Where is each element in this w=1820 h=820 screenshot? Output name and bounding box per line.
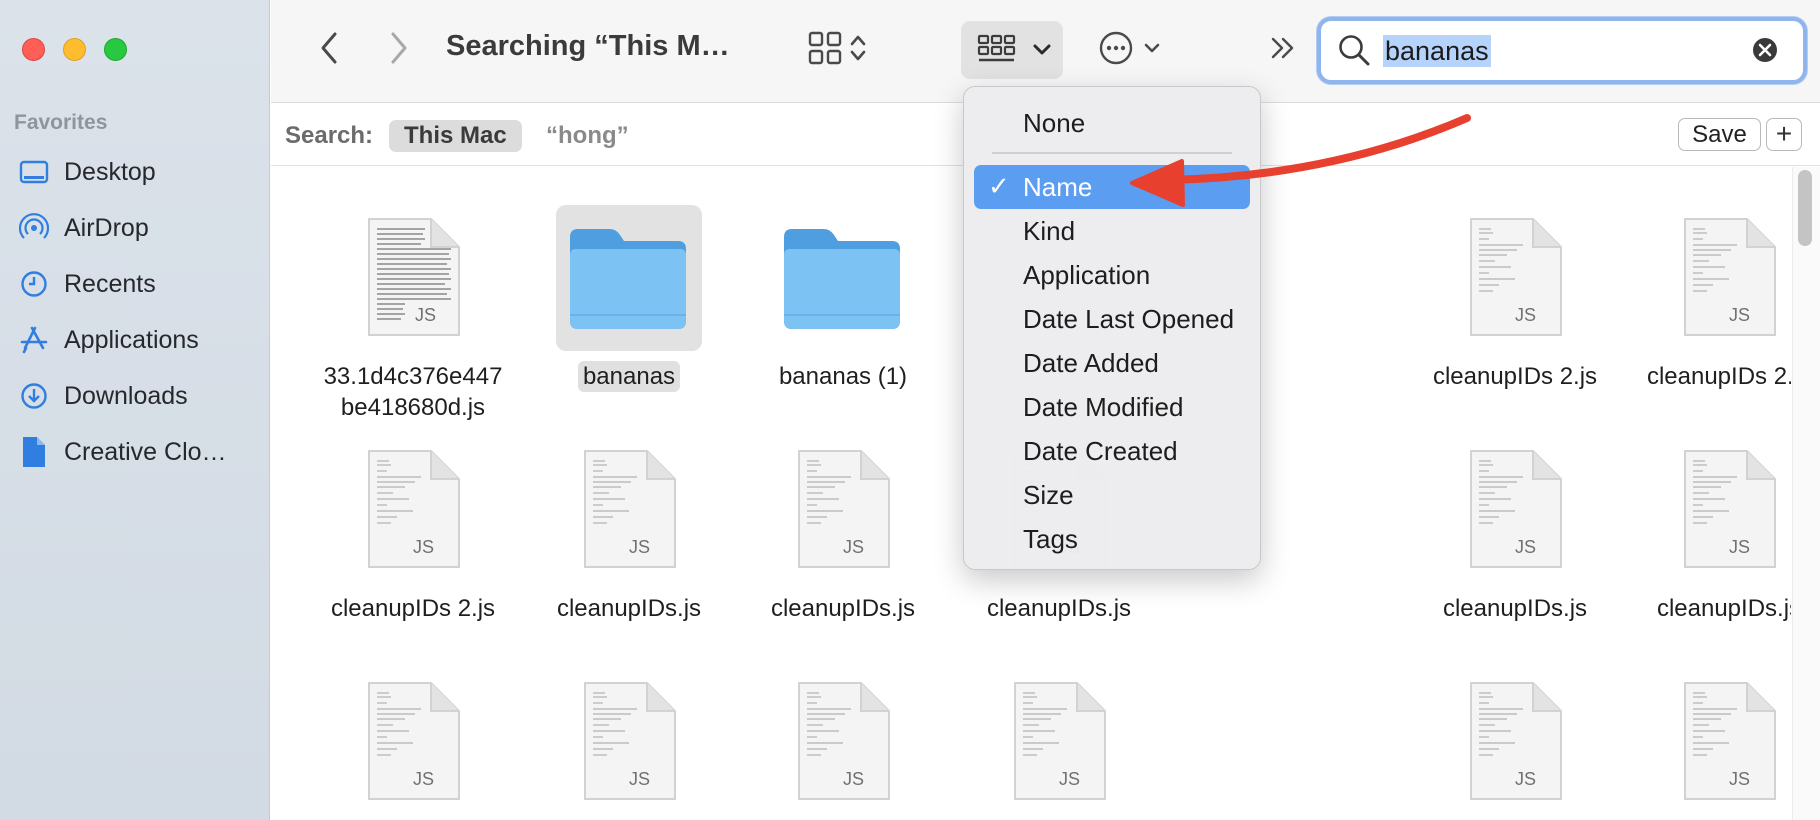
annotation-arrow [1130,114,1471,207]
